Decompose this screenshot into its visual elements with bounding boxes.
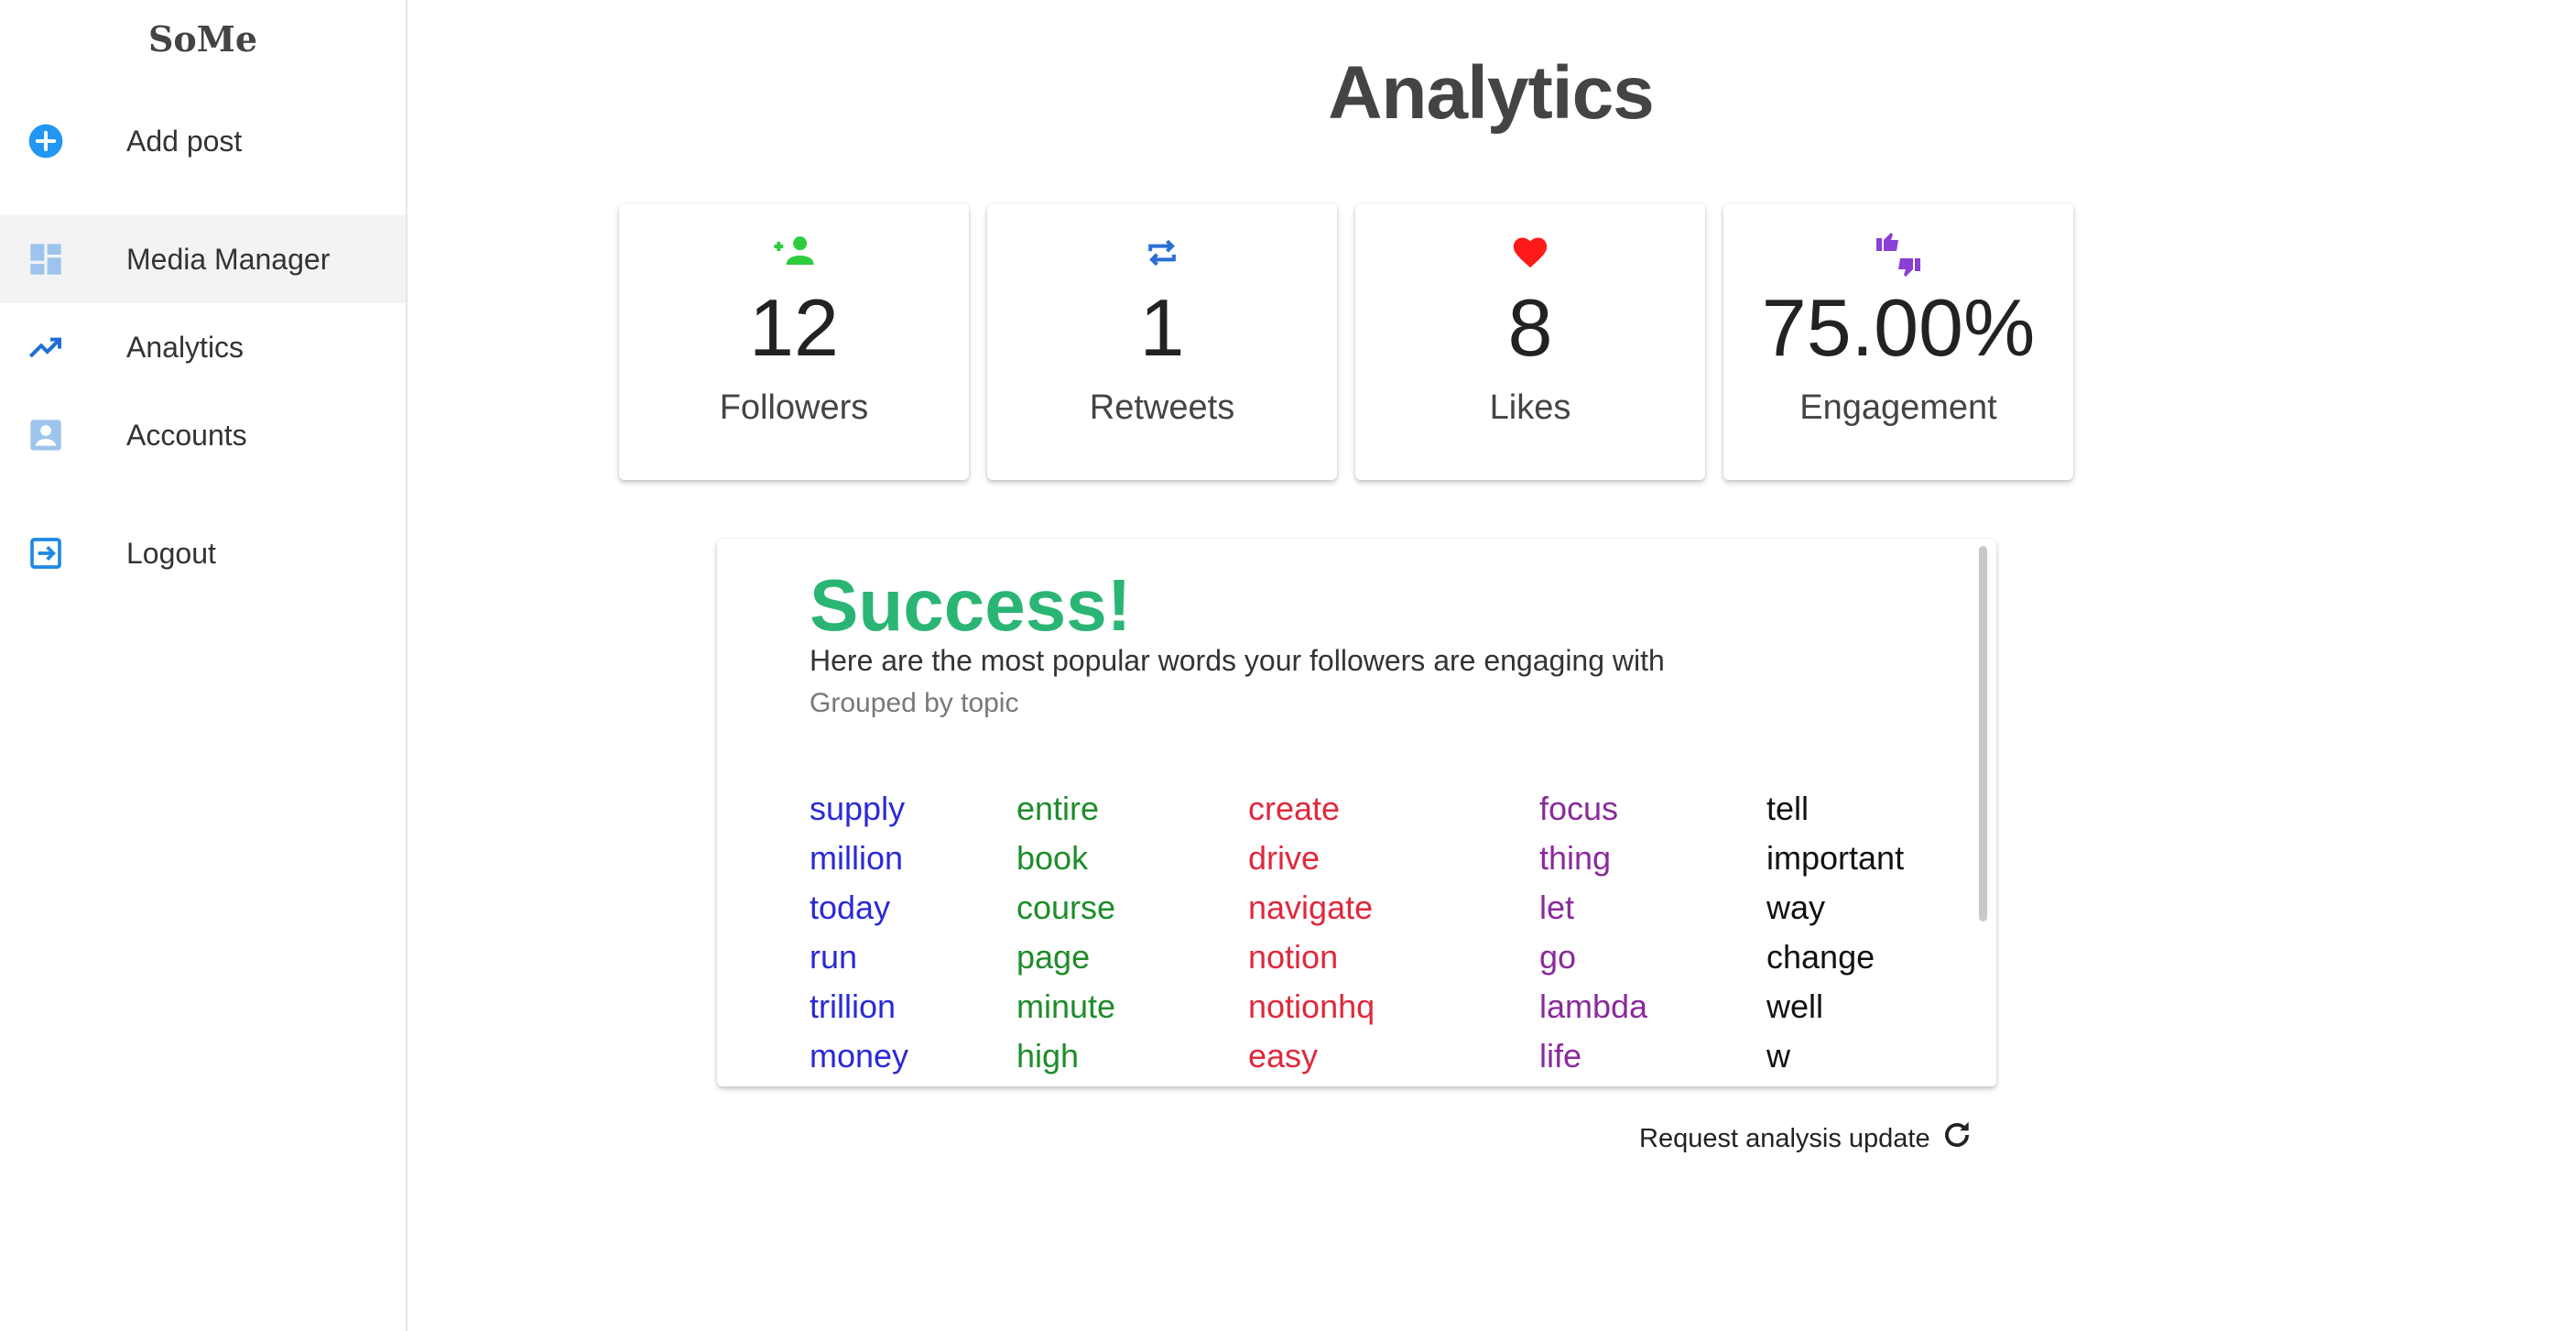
sidebar-item-media-manager[interactable]: Media Manager (0, 215, 406, 303)
person-add-icon (619, 233, 969, 269)
sidebar-item-label: Accounts (126, 418, 247, 452)
topic-word: focus (1539, 790, 1619, 827)
logout-icon (27, 535, 64, 572)
dashboard-icon (27, 241, 64, 278)
heart-icon (1355, 233, 1705, 269)
stat-card-likes: 8 Likes (1355, 203, 1705, 480)
topic-word: million (810, 839, 904, 877)
engagement-value: 75.00% (1761, 282, 2036, 373)
sidebar-item-analytics[interactable]: Analytics (0, 303, 406, 391)
topic-word: easy (1248, 1037, 1319, 1075)
topic-column: create drive navigate notion notionhq ea… (1248, 784, 1375, 1081)
success-title: Success! (810, 564, 1132, 646)
grouping-caption: Grouped by topic (810, 688, 1019, 718)
topic-word: run (810, 938, 858, 976)
retweets-label: Retweets (1089, 388, 1235, 427)
brand-logo: SoMe (147, 18, 258, 60)
topic-word: create (1248, 790, 1341, 827)
topic-word: navigate (1248, 889, 1374, 926)
scrollbar[interactable] (1979, 546, 1987, 922)
likes-count: 8 (1507, 282, 1553, 373)
sidebar-item-logout[interactable]: Logout (0, 509, 406, 597)
topic-word: high (1016, 1037, 1080, 1075)
topic-word: supply (810, 790, 906, 827)
request-analysis-update-button[interactable]: Request analysis update (1639, 1118, 1974, 1160)
refresh-icon (1940, 1118, 1974, 1160)
stat-card-retweets: 1 Retweets (987, 203, 1337, 480)
sidebar-item-label: Media Manager (126, 242, 331, 276)
topic-word: minute (1016, 987, 1116, 1025)
account-box-icon (27, 417, 64, 453)
topic-word: money (810, 1037, 909, 1075)
sidebar-item-label: Add post (126, 124, 243, 158)
sidebar-item-accounts[interactable]: Accounts (0, 391, 406, 479)
followers-count: 12 (749, 282, 839, 373)
topic-word: thing (1539, 839, 1612, 877)
topic-column: tell important way change well w (1766, 784, 1904, 1081)
stat-card-engagement: 75.00% Engagement (1723, 203, 2073, 480)
topic-column: focus thing let go lambda life (1539, 784, 1647, 1081)
repeat-icon (987, 233, 1337, 273)
topic-word: notionhq (1248, 987, 1375, 1025)
topic-word: way (1766, 889, 1826, 926)
topic-word: entire (1016, 790, 1100, 827)
sidebar-item-label: Logout (126, 536, 216, 570)
topic-word: change (1766, 938, 1875, 976)
thumbs-up-down-icon (1723, 233, 2073, 277)
add-circle-icon (27, 123, 64, 159)
topic-word: page (1016, 938, 1091, 976)
topic-word: today (810, 889, 891, 926)
topic-column: supply million today run trillion money (810, 784, 908, 1081)
engagement-label: Engagement (1799, 388, 1997, 427)
topic-word: lambda (1539, 987, 1648, 1025)
topic-word: let (1539, 889, 1575, 926)
page-title: Analytics (1328, 51, 1655, 135)
stat-card-followers: 12 Followers (619, 203, 969, 480)
topic-word: w (1766, 1037, 1790, 1075)
success-subtitle: Here are the most popular words your fol… (810, 644, 1665, 677)
topic-column: entire book course page minute high (1016, 784, 1115, 1081)
popular-words-card: Success! Here are the most popular words… (717, 539, 1996, 1086)
sidebar: SoMe Add post Media Manager Analytics Ac… (0, 0, 408, 1331)
topic-word: well (1766, 987, 1824, 1025)
topic-word: notion (1248, 938, 1339, 976)
followers-label: Followers (719, 388, 869, 427)
topic-word: life (1539, 1037, 1582, 1075)
topic-word: book (1016, 839, 1089, 877)
topic-word: drive (1248, 839, 1321, 877)
sidebar-item-add-post[interactable]: Add post (0, 97, 406, 185)
topic-word: important (1766, 839, 1905, 877)
retweets-count: 1 (1139, 282, 1185, 373)
topic-word: tell (1766, 790, 1810, 827)
likes-label: Likes (1489, 388, 1571, 427)
topic-word: go (1539, 938, 1577, 976)
topic-word: trillion (810, 987, 897, 1025)
trending-up-icon (27, 329, 64, 365)
sidebar-item-label: Analytics (126, 330, 245, 364)
topic-word: course (1016, 889, 1116, 926)
request-update-label: Request analysis update (1639, 1123, 1930, 1153)
